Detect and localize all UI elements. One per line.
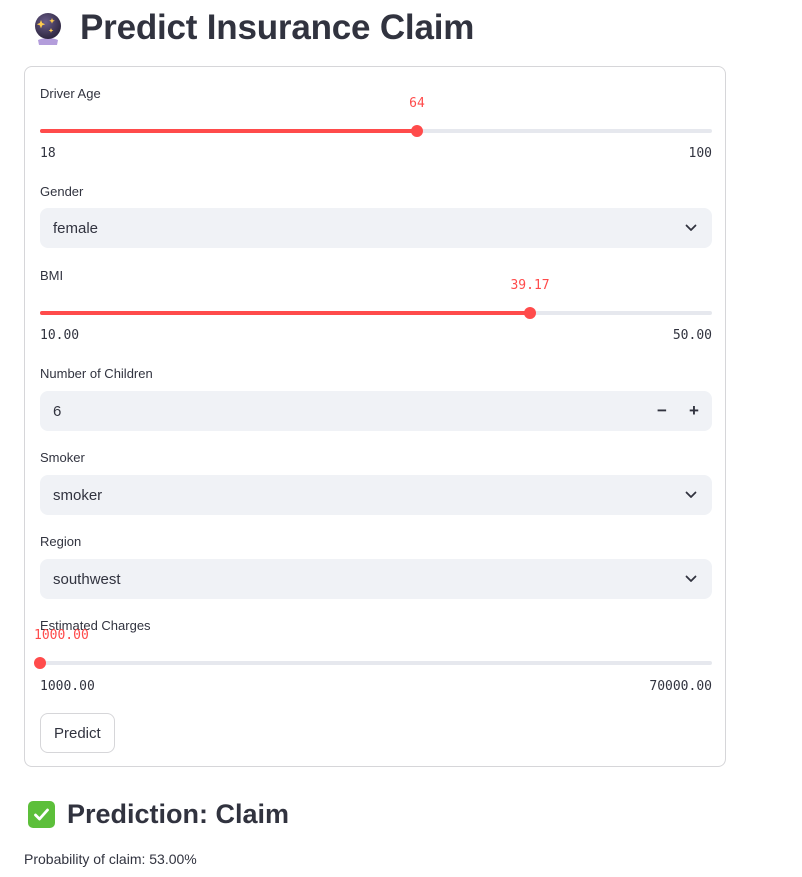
check-mark-icon (28, 800, 55, 828)
slider-thumb[interactable] (410, 125, 423, 137)
page-title: Predict Insurance Claim (80, 8, 475, 47)
slider-max-label: 70000.00 (649, 679, 712, 694)
slider-max-label: 100 (688, 146, 712, 161)
driver-age-slider[interactable]: 64 (40, 96, 712, 141)
gender-selected-value: female (53, 219, 99, 237)
chevron-down-icon (685, 575, 697, 582)
smoker-label: Smoker (40, 450, 85, 465)
children-label: Number of Children (40, 366, 153, 381)
bmi-slider[interactable]: 39.17 (40, 278, 712, 323)
slider-thumb[interactable] (34, 657, 46, 669)
children-value[interactable]: 6 (53, 403, 646, 420)
crystal-ball-icon (35, 13, 61, 45)
page: Predict Insurance Claim Driver Age 64 18… (0, 0, 802, 877)
claim-probability-text: Probability of claim: 53.00% (24, 851, 197, 867)
slider-track (40, 661, 712, 665)
region-label: Region (40, 534, 82, 549)
smoker-selected-value: smoker (53, 486, 103, 504)
charges-slider[interactable]: 1000.00 (34, 628, 712, 673)
slider-current-value: 64 (409, 96, 425, 111)
page-header: Predict Insurance Claim (30, 4, 474, 52)
slider-fill (40, 129, 417, 133)
increment-button[interactable]: + (678, 391, 710, 431)
driver-age-label: Driver Age (40, 86, 101, 101)
gender-select[interactable]: female (40, 208, 712, 248)
predict-button[interactable]: Predict (40, 713, 115, 753)
slider-fill (40, 311, 531, 315)
slider-current-value: 39.17 (510, 278, 550, 293)
chevron-down-icon (685, 491, 697, 498)
slider-min-label: 1000.00 (40, 679, 95, 694)
region-selected-value: southwest (53, 570, 121, 588)
decrement-button[interactable]: − (646, 391, 678, 431)
prediction-heading: Prediction: Claim (67, 798, 290, 829)
smoker-select[interactable]: smoker (40, 475, 712, 515)
prediction-result: Prediction: Claim (28, 796, 289, 832)
region-select[interactable]: southwest (40, 559, 712, 599)
slider-current-value: 1000.00 (34, 628, 89, 643)
gender-label: Gender (40, 184, 84, 199)
chevron-down-icon (685, 224, 697, 231)
slider-min-label: 10.00 (40, 328, 80, 343)
slider-thumb[interactable] (524, 307, 537, 319)
children-number-input[interactable]: 6 − + (40, 391, 712, 431)
bmi-label: BMI (40, 268, 64, 283)
slider-max-label: 50.00 (672, 328, 712, 343)
slider-min-label: 18 (40, 146, 56, 161)
